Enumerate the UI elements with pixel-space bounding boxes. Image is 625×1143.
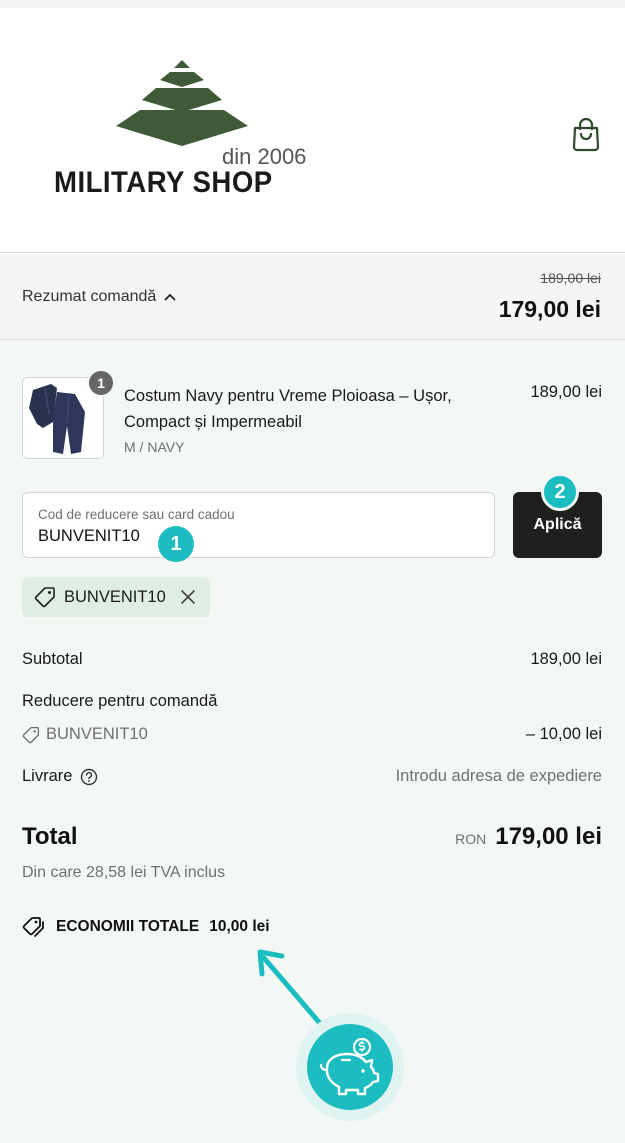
order-summary-bar[interactable]: Rezumat comandă 189,00 lei 179,00 lei xyxy=(0,254,625,340)
close-icon[interactable] xyxy=(180,589,196,605)
discount-code-field[interactable]: Cod de reducere sau card cadou BUNVENIT1… xyxy=(22,492,495,558)
summary-new-price: 179,00 lei xyxy=(498,296,601,322)
pyramid-logo-icon xyxy=(116,60,248,146)
chevron-up-icon xyxy=(164,293,176,301)
shopping-bag-icon[interactable] xyxy=(571,116,601,152)
discount-code-row: BUNVENIT10 – 10,00 lei xyxy=(22,725,602,744)
savings-value: 10,00 lei xyxy=(209,918,270,935)
piggy-bank-icon xyxy=(319,1037,380,1096)
vat-note: Din care 28,58 lei TVA inclus xyxy=(22,864,226,881)
order-discount-label: Reducere pentru comandă xyxy=(22,692,218,710)
tag-icon xyxy=(34,587,55,608)
total-currency: RON xyxy=(455,831,487,847)
total-amount: RON 179,00 lei xyxy=(455,823,602,851)
applied-discount-chip: BUNVENIT10 xyxy=(22,577,210,617)
discount-code-placeholder: Cod de reducere sau card cadou xyxy=(38,507,235,522)
discount-code-name: BUNVENIT10 xyxy=(46,725,148,743)
product-price: 189,00 lei xyxy=(530,383,602,401)
order-summary-toggle[interactable]: Rezumat comandă xyxy=(22,288,176,306)
subtotal-label: Subtotal xyxy=(22,650,83,668)
order-summary-panel: 1 Costum Navy pentru Vreme Ploioasa – Uș… xyxy=(0,340,625,1143)
product-variant: M / NAVY xyxy=(124,439,185,455)
product-name: Costum Navy pentru Vreme Ploioasa – Ușor… xyxy=(124,387,452,431)
tags-icon xyxy=(22,917,44,937)
total-label: Total xyxy=(22,823,78,850)
line-item: 1 Costum Navy pentru Vreme Ploioasa – Uș… xyxy=(22,369,602,467)
piggy-bank-badge xyxy=(296,1013,404,1121)
step-2-badge: 2 xyxy=(541,473,579,511)
shipping-label: Livrare xyxy=(22,767,73,785)
help-circle-icon[interactable] xyxy=(80,768,98,786)
quantity-badge: 1 xyxy=(87,369,115,397)
logo-name: MILITARY SHOP xyxy=(54,166,273,199)
tag-icon xyxy=(22,726,40,743)
summary-old-price: 189,00 lei xyxy=(540,270,601,286)
header: din 2006 MILITARY SHOP xyxy=(0,8,625,253)
order-discount-row: Reducere pentru comandă xyxy=(22,692,602,711)
top-strip xyxy=(0,0,625,8)
discount-code-value[interactable]: BUNVENIT10 xyxy=(38,527,140,546)
step-1-badge: 1 xyxy=(158,526,194,562)
subtotal-row: Subtotal 189,00 lei xyxy=(22,650,602,669)
discount-amount: – 10,00 lei xyxy=(525,725,602,743)
logo[interactable]: din 2006 MILITARY SHOP xyxy=(52,60,322,210)
savings-label: ECONOMII TOTALE xyxy=(56,918,200,935)
subtotal-value: 189,00 lei xyxy=(530,650,602,668)
shipping-row: Livrare Introdu adresa de expediere xyxy=(22,767,602,786)
total-savings: ECONOMII TOTALE 10,00 lei xyxy=(22,916,270,938)
total-value: 179,00 lei xyxy=(495,823,602,850)
order-summary-label: Rezumat comandă xyxy=(22,288,157,305)
shipping-value: Introdu adresa de expediere xyxy=(395,767,602,785)
applied-discount-code: BUNVENIT10 xyxy=(64,587,166,606)
